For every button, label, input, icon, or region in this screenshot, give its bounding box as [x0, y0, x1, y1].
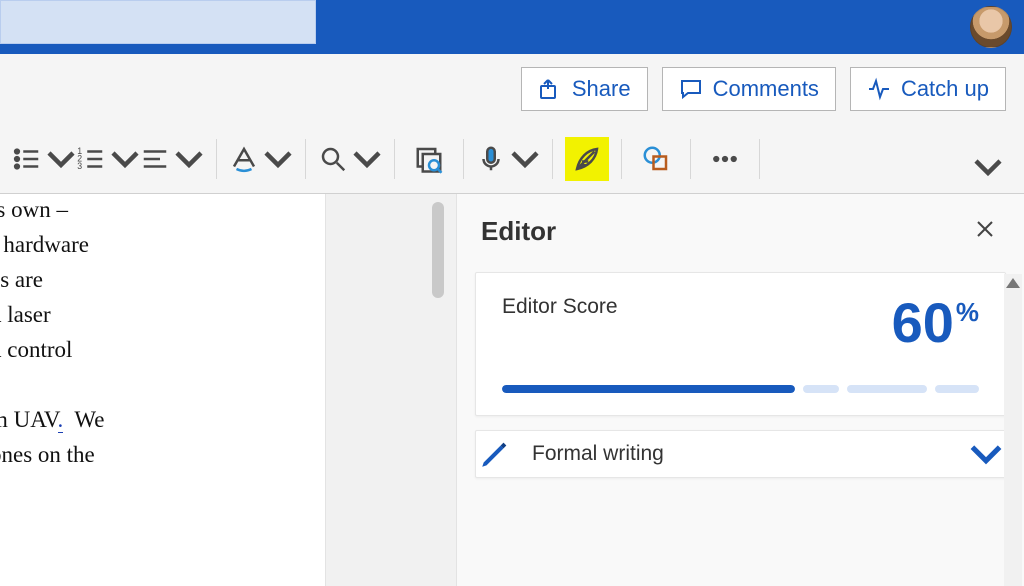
activity-icon	[867, 77, 891, 101]
separator	[463, 139, 464, 179]
share-button[interactable]: Share	[521, 67, 648, 111]
document-text: ts own – f hardware es are d laser d con…	[0, 192, 300, 472]
catchup-label: Catch up	[901, 76, 989, 102]
chevron-down-icon	[969, 437, 1003, 471]
editor-score-bar	[502, 385, 979, 393]
dictate-button[interactable]	[476, 137, 540, 181]
microphone-icon	[476, 144, 506, 174]
separator	[759, 139, 760, 179]
chevron-down-icon	[110, 144, 140, 174]
ribbon-toolbar: 1 2 3	[0, 124, 1024, 194]
separator	[690, 139, 691, 179]
editor-title: Editor	[481, 216, 556, 247]
separator	[552, 139, 553, 179]
scroll-up-arrow-icon	[1006, 278, 1020, 288]
align-button[interactable]	[140, 137, 204, 181]
chevron-down-icon	[263, 144, 293, 174]
align-icon	[140, 144, 170, 174]
separator	[305, 139, 306, 179]
close-button[interactable]	[970, 212, 1000, 250]
scrollbar-thumb[interactable]	[432, 202, 444, 298]
editor-score-value: 60%	[892, 295, 979, 351]
document-title-input[interactable]	[0, 0, 316, 44]
bullets-icon	[12, 144, 42, 174]
search-icon	[318, 144, 348, 174]
formal-writing-label: Formal writing	[532, 442, 949, 466]
command-row: Share Comments Catch up	[0, 54, 1024, 124]
separator	[216, 139, 217, 179]
numbering-icon: 1 2 3	[76, 144, 106, 174]
catchup-button[interactable]: Catch up	[850, 67, 1006, 111]
editor-button[interactable]	[565, 137, 609, 181]
reading-icon	[414, 144, 444, 174]
designer-button[interactable]	[634, 137, 678, 181]
chevron-down-icon	[352, 144, 382, 174]
styles-icon	[229, 144, 259, 174]
user-avatar[interactable]	[970, 6, 1012, 48]
separator	[621, 139, 622, 179]
comment-icon	[679, 77, 703, 101]
chevron-down-icon	[973, 152, 1003, 182]
close-icon	[976, 220, 994, 238]
styles-button[interactable]	[229, 137, 293, 181]
document-page[interactable]: ts own – f hardware es are d laser d con…	[0, 194, 326, 586]
content-area: ts own – f hardware es are d laser d con…	[0, 194, 1024, 586]
comments-button[interactable]: Comments	[662, 67, 836, 111]
page-gutter	[326, 194, 456, 586]
editor-scrollbar[interactable]	[1004, 274, 1022, 586]
share-icon	[538, 77, 562, 101]
editor-score-label: Editor Score	[502, 295, 618, 319]
share-label: Share	[572, 76, 631, 102]
svg-text:3: 3	[77, 161, 82, 171]
title-bar	[0, 0, 1024, 54]
pen-icon	[478, 437, 512, 471]
comments-label: Comments	[713, 76, 819, 102]
formal-writing-card[interactable]: Formal writing	[475, 430, 1006, 478]
chevron-down-icon	[46, 144, 76, 174]
chevron-down-icon	[174, 144, 204, 174]
bullets-button[interactable]	[12, 137, 76, 181]
separator	[394, 139, 395, 179]
designer-icon	[641, 144, 671, 174]
more-button[interactable]	[703, 137, 747, 181]
ribbon-expand-button[interactable]	[966, 145, 1010, 189]
ellipsis-icon	[710, 144, 740, 174]
reading-view-button[interactable]	[407, 137, 451, 181]
editor-pane: Editor Editor Score 60%	[456, 194, 1024, 586]
find-button[interactable]	[318, 137, 382, 181]
chevron-down-icon	[510, 144, 540, 174]
numbering-button[interactable]: 1 2 3	[76, 137, 140, 181]
quill-icon	[572, 144, 602, 174]
editor-score-card[interactable]: Editor Score 60%	[475, 272, 1006, 416]
